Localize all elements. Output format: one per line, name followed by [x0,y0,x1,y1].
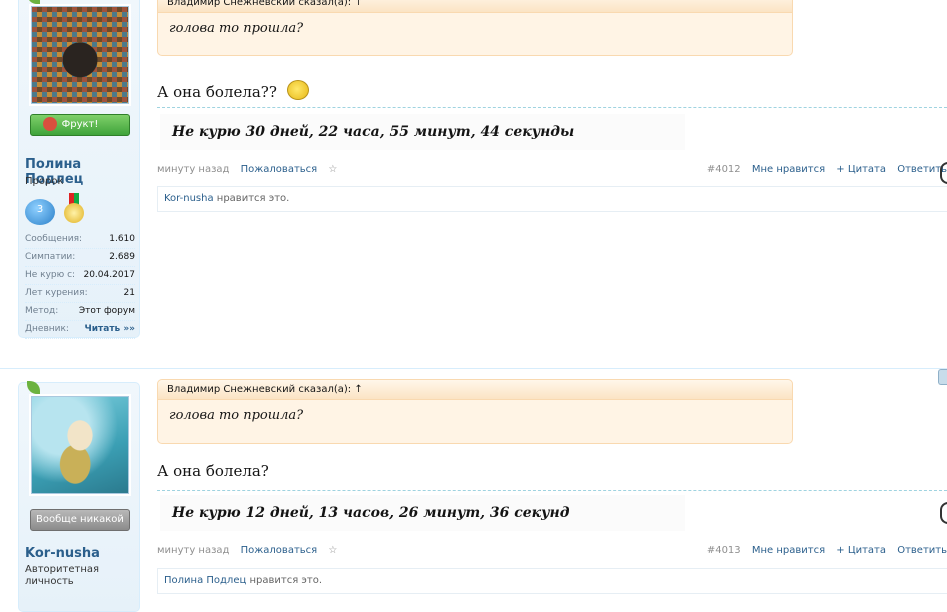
stat-value: Этот форум [78,306,135,316]
stat-key: Не курю с: [25,270,76,280]
stat-value: 21 [123,288,135,298]
post-4012: Фрукт! Полина Подлец Пророк 3 Сообщения:… [0,0,947,342]
likes-summary: Kor-nusha нравится это. [157,186,947,212]
post-time[interactable]: минуту назад [157,164,229,175]
cite-link[interactable]: + Цитата [836,545,886,556]
message-body: А она болела?? [157,80,309,101]
report-link[interactable]: Пожаловаться [241,164,318,175]
badge-label: Фрукт! [61,119,99,130]
leaf-icon [27,381,40,394]
star-icon[interactable]: ☆ [328,164,337,175]
quote-author[interactable]: Владимир Снежневский сказал(а): ↑ [158,380,792,400]
signature: Не курю 12 дней, 13 часов, 26 минут, 36 … [160,495,685,531]
liker-link[interactable]: Kor-nusha [164,193,214,204]
avatar[interactable] [31,6,129,104]
stat-row: Сообщения: 1.610 [25,231,135,249]
quote-block: Владимир Снежневский сказал(а): ↑ голова… [157,379,793,444]
stat-value: 1.610 [109,234,135,244]
message-body: А она болела? [157,462,269,480]
trophy-points-icon[interactable]: 3 [25,199,55,225]
smiley-icon [286,80,309,100]
stat-row: Метод: Этот форум [25,303,135,321]
post-4013: Вообще никакой Kor-nusha Авторитетная ли… [0,368,947,612]
post-meta: минуту назад Пожаловаться ☆ #4012 Мне нр… [157,163,947,177]
user-sidebar: Фрукт! Полина Подлец Пророк 3 Сообщения:… [18,0,140,339]
quote-author[interactable]: Владимир Снежневский сказал(а): ↑ [158,0,792,13]
post-number[interactable]: #4012 [707,164,741,175]
stat-value: 2.689 [109,252,135,262]
stat-key: Лет курения: [25,288,88,298]
stat-key: Сообщения: [25,234,83,244]
avatar[interactable] [31,396,129,494]
username[interactable]: Kor-nusha [25,546,100,561]
user-badge-button[interactable]: Фрукт! [30,114,130,136]
medal-icon[interactable] [63,193,85,225]
leaf-icon [27,0,40,4]
likes-text: нравится это. [246,575,322,586]
liker-link[interactable]: Полина Подлец [164,575,246,586]
message-text: А она болела?? [157,83,277,101]
signature-divider [157,490,947,491]
quote-text: голова то прошла? [169,408,304,423]
reply-link[interactable]: Ответить [897,545,947,556]
fruit-icon [43,117,57,131]
signature: Не курю 30 дней, 22 часа, 55 минут, 44 с… [160,114,685,150]
scroll-edge-icon [940,162,947,184]
post-meta: минуту назад Пожаловаться ☆ #4013 Мне нр… [157,544,947,558]
post-toggle-button[interactable] [938,369,947,385]
quote-block: Владимир Снежневский сказал(а): ↑ голова… [157,0,793,56]
report-link[interactable]: Пожаловаться [241,545,318,556]
post-number[interactable]: #4013 [707,545,741,556]
stat-value: 20.04.2017 [83,270,135,280]
user-title: Авторитетная личность [25,564,100,587]
diary-link[interactable]: Читать »» [84,321,135,338]
quote-text: голова то прошла? [169,21,304,36]
stat-key: Метод: [25,306,59,316]
stat-row: Симпатии: 2.689 [25,249,135,267]
signature-divider [157,107,947,108]
star-icon[interactable]: ☆ [328,545,337,556]
user-sidebar: Вообще никакой Kor-nusha Авторитетная ли… [18,381,140,612]
like-link[interactable]: Мне нравится [752,545,825,556]
user-stats: Сообщения: 1.610 Симпатии: 2.689 Не курю с… [25,231,135,339]
stat-row: Не курю с: 20.04.2017 [25,267,135,285]
likes-text: нравится это. [213,193,290,204]
user-title: Пророк [25,176,64,187]
post-time[interactable]: минуту назад [157,545,229,556]
stat-key: Дневник: [25,324,69,334]
stat-row: Лет курения: 21 [25,285,135,303]
user-badge-button[interactable]: Вообще никакой [30,509,130,531]
likes-summary: Полина Подлец нравится это. [157,568,947,594]
cite-link[interactable]: + Цитата [836,164,886,175]
trophy-points-value: 3 [36,204,44,215]
like-link[interactable]: Мне нравится [752,164,825,175]
scroll-edge-icon [940,502,947,524]
stat-key: Симпатии: [25,252,76,262]
stat-row: Дневник: Читать »» [25,321,135,339]
